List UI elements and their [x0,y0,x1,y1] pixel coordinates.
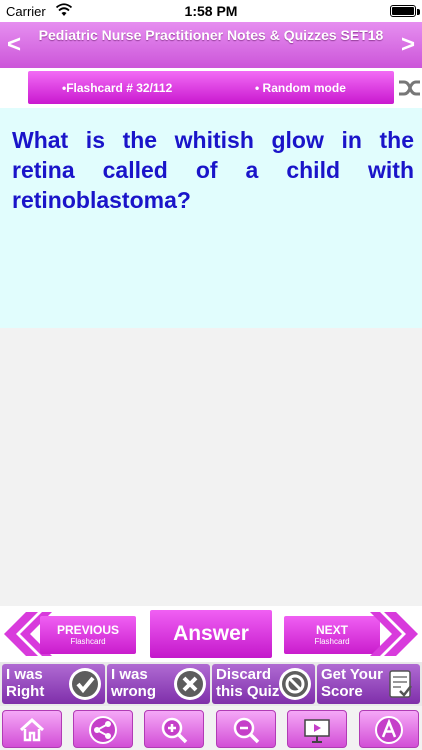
share-icon [89,716,117,744]
title-bar: < Pediatric Nurse Practitioner Notes & Q… [0,22,422,68]
next-label: NEXT [315,623,348,637]
discard-quiz-line2: this Quiz [216,683,280,700]
question-text: What is the whitish glow in the retina c… [12,127,414,213]
battery-icon [390,5,416,17]
next-set-arrow-icon[interactable]: > [396,31,420,59]
status-bar: Carrier 1:58 PM [0,0,422,22]
score-sheet-icon [389,670,412,698]
bottom-toolbar [0,706,422,750]
next-flashcard-button[interactable]: NEXT Flashcard [284,608,422,660]
x-icon [174,668,206,700]
zoom-out-icon [233,717,260,744]
font-icon [375,716,403,744]
previous-label-box: PREVIOUS Flashcard [40,616,136,654]
prohibited-icon [279,668,311,700]
previous-flashcard-button[interactable]: PREVIOUS Flashcard [0,608,138,660]
answer-button[interactable]: Answer [150,610,272,658]
quiz-action-row: I was Right I was wrong Discard this Qui… [0,662,422,706]
clock: 1:58 PM [184,3,238,19]
zoom-in-icon [161,717,188,744]
checkmark-icon [69,668,101,700]
flashcard-info-bar: •Flashcard # 32/112 • Random mode [0,68,422,108]
home-button[interactable] [2,710,62,748]
get-your-score-button[interactable]: Get Your Score [317,664,420,704]
font-size-button[interactable] [359,710,419,748]
random-mode-label: • Random mode [255,81,346,95]
i-was-wrong-line2: wrong [111,683,156,700]
home-icon [19,717,45,742]
i-was-right-label: I was Right [6,666,44,700]
double-chevron-right-icon [370,612,418,656]
next-label-box: NEXT Flashcard [284,616,380,654]
next-sublabel: Flashcard [314,637,350,646]
question-panel: What is the whitish glow in the retina c… [0,108,422,328]
discard-quiz-label: Discard this Quiz [216,666,279,700]
slideshow-icon [304,719,330,743]
get-your-score-label: Get Your Score [321,666,383,700]
slideshow-button[interactable] [287,710,347,748]
previous-set-arrow-icon[interactable]: < [2,31,26,59]
i-was-right-line2: Right [6,683,45,700]
i-was-wrong-button[interactable]: I was wrong [107,664,210,704]
previous-sublabel: Flashcard [70,637,106,646]
battery-tip [417,9,420,15]
discard-quiz-button[interactable]: Discard this Quiz [212,664,315,704]
get-your-score-line2: Score [321,683,363,700]
flashcard-counter: •Flashcard # 32/112 [62,81,173,95]
zoom-out-button[interactable] [216,710,276,748]
previous-label: PREVIOUS [56,623,119,637]
shuffle-icon[interactable] [398,76,422,100]
i-was-wrong-label: I was wrong [111,666,156,700]
i-was-wrong-line1: I was [111,666,148,683]
share-button[interactable] [73,710,133,748]
i-was-right-line1: I was [6,666,43,683]
page-title: Pediatric Nurse Practitioner Notes & Qui… [38,27,384,43]
zoom-in-button[interactable] [144,710,204,748]
discard-quiz-line1: Discard [216,666,272,683]
get-your-score-line1: Get Your [321,666,383,683]
i-was-right-button[interactable]: I was Right [2,664,105,704]
navigation-row: PREVIOUS Flashcard Answer NEXT Flashcard [0,606,422,662]
